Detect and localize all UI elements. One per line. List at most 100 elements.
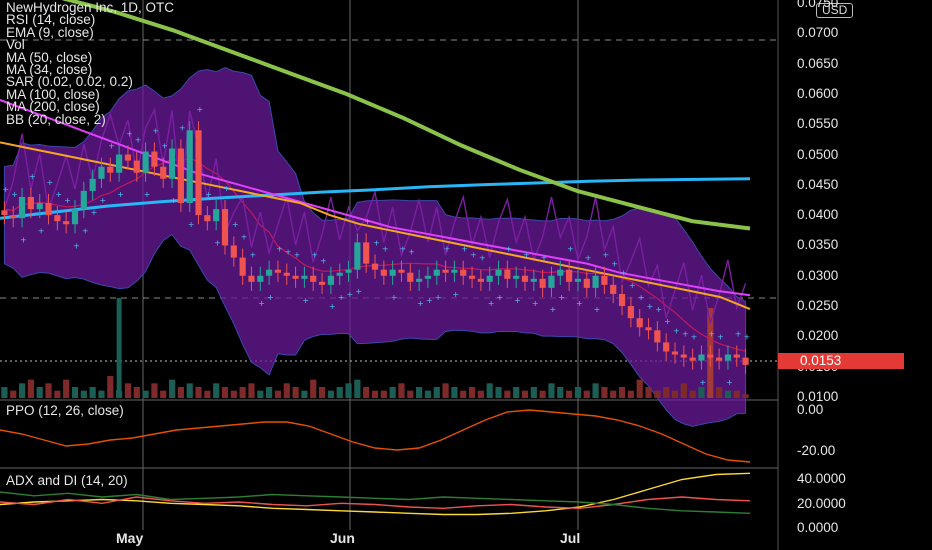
candle-body: [583, 278, 590, 288]
sar-dot: +: [249, 251, 256, 260]
sar-dot: +: [461, 244, 468, 253]
sar-dot: +: [523, 251, 530, 260]
candle-body: [442, 269, 449, 273]
volume-bar: [80, 390, 87, 398]
month-label-jun: Jun: [330, 530, 355, 546]
sar-dot: +: [108, 141, 115, 150]
candle-body: [592, 275, 599, 288]
volume-bar: [363, 387, 370, 398]
sar-dot: +: [594, 305, 601, 314]
volume-bar: [213, 383, 220, 398]
volume-bar: [239, 387, 246, 398]
sar-dot: +: [311, 251, 318, 260]
sar-dot: +: [355, 287, 362, 296]
candle-body: [310, 275, 317, 282]
sar-dot: +: [373, 238, 380, 247]
candle-body: [380, 269, 387, 276]
sar-dot: +: [744, 332, 751, 341]
candle-body: [230, 245, 237, 258]
sar-dot: +: [205, 190, 212, 199]
volume-bar: [477, 390, 484, 398]
candle-body: [45, 203, 52, 216]
volume-bar: [610, 390, 617, 398]
sar-dot: +: [11, 190, 18, 199]
price-axis-label: 0.0600: [797, 85, 839, 101]
sar-dot: +: [29, 172, 36, 181]
candle-body: [680, 354, 687, 358]
adx-series-line: [0, 491, 751, 514]
volume-bar: [601, 387, 608, 398]
sar-dot: +: [479, 254, 486, 263]
legend-study: BB (20, close, 2): [6, 111, 106, 127]
candle-body: [636, 318, 643, 328]
candle-body: [301, 275, 308, 279]
sar-dot: +: [276, 244, 283, 253]
sar-dot: +: [444, 244, 451, 253]
sar-dot: +: [647, 302, 654, 311]
candle-body: [318, 281, 326, 285]
sar-dot: +: [320, 257, 327, 266]
sar-dot: +: [532, 299, 539, 308]
sar-dot: +: [514, 296, 521, 305]
volume-bar: [283, 383, 290, 398]
price-axis-label: 0.0250: [797, 298, 839, 314]
candle-body: [204, 215, 211, 222]
price-axis-label: 0.0200: [797, 328, 839, 344]
volume-bar: [698, 387, 705, 398]
volume-bar: [54, 390, 61, 398]
sar-dot: +: [602, 251, 609, 260]
price-axis-label: 0.0500: [797, 146, 839, 162]
sar-dot: +: [541, 254, 548, 263]
volume-bar: [310, 379, 317, 398]
sar-dot: +: [664, 317, 671, 326]
volume-bar: [257, 390, 264, 398]
candle-body: [363, 242, 370, 264]
ppo-axis-label: 0.00: [797, 402, 824, 417]
candle-body: [18, 196, 26, 219]
volume-bar: [486, 383, 493, 398]
volume-bar: [398, 383, 405, 398]
volume-bar: [345, 383, 352, 398]
volume-bar: [539, 390, 546, 398]
sar-dot: +: [285, 248, 292, 257]
candle-body: [486, 275, 493, 282]
sar-dot: +: [188, 220, 195, 229]
volume-bar: [151, 383, 158, 398]
volume-bar: [442, 383, 449, 398]
sar-dot: +: [161, 141, 168, 150]
candle-body: [398, 269, 405, 273]
candle-body: [116, 154, 123, 173]
volume-bar: [177, 387, 184, 398]
candle-body: [80, 190, 87, 210]
price-axis-label: 0.0700: [797, 25, 839, 41]
volume-bar: [389, 387, 396, 398]
sar-dot: +: [73, 241, 80, 250]
sar-dot: +: [347, 290, 354, 299]
volume-bar: [336, 387, 343, 398]
last-price-tag: 0.0153: [778, 353, 904, 369]
volume-bar: [292, 387, 299, 398]
candle-body: [27, 196, 34, 210]
volume-bar: [618, 387, 626, 398]
sar-dot: +: [726, 378, 733, 387]
volume-bar: [407, 390, 414, 398]
volume-bar: [221, 387, 229, 398]
sar-dot: +: [452, 290, 459, 299]
candle-body: [574, 278, 582, 282]
volume-bar: [716, 387, 723, 398]
sar-dot: +: [364, 217, 371, 226]
sar-dot: +: [417, 299, 424, 308]
sar-dot: +: [2, 185, 9, 194]
sar-dot: +: [223, 184, 230, 193]
sar-dot: +: [55, 190, 62, 199]
sar-dot: +: [558, 293, 565, 302]
sar-dot: +: [682, 329, 689, 338]
candle-body: [213, 209, 220, 222]
volume-bar: [98, 390, 105, 398]
price-axis-label: 0.0300: [797, 267, 839, 283]
sar-dot: +: [611, 260, 618, 269]
candle-body: [504, 269, 511, 279]
candle-body: [107, 166, 114, 173]
sar-dot: +: [399, 244, 406, 253]
volume-bar: [574, 387, 582, 398]
